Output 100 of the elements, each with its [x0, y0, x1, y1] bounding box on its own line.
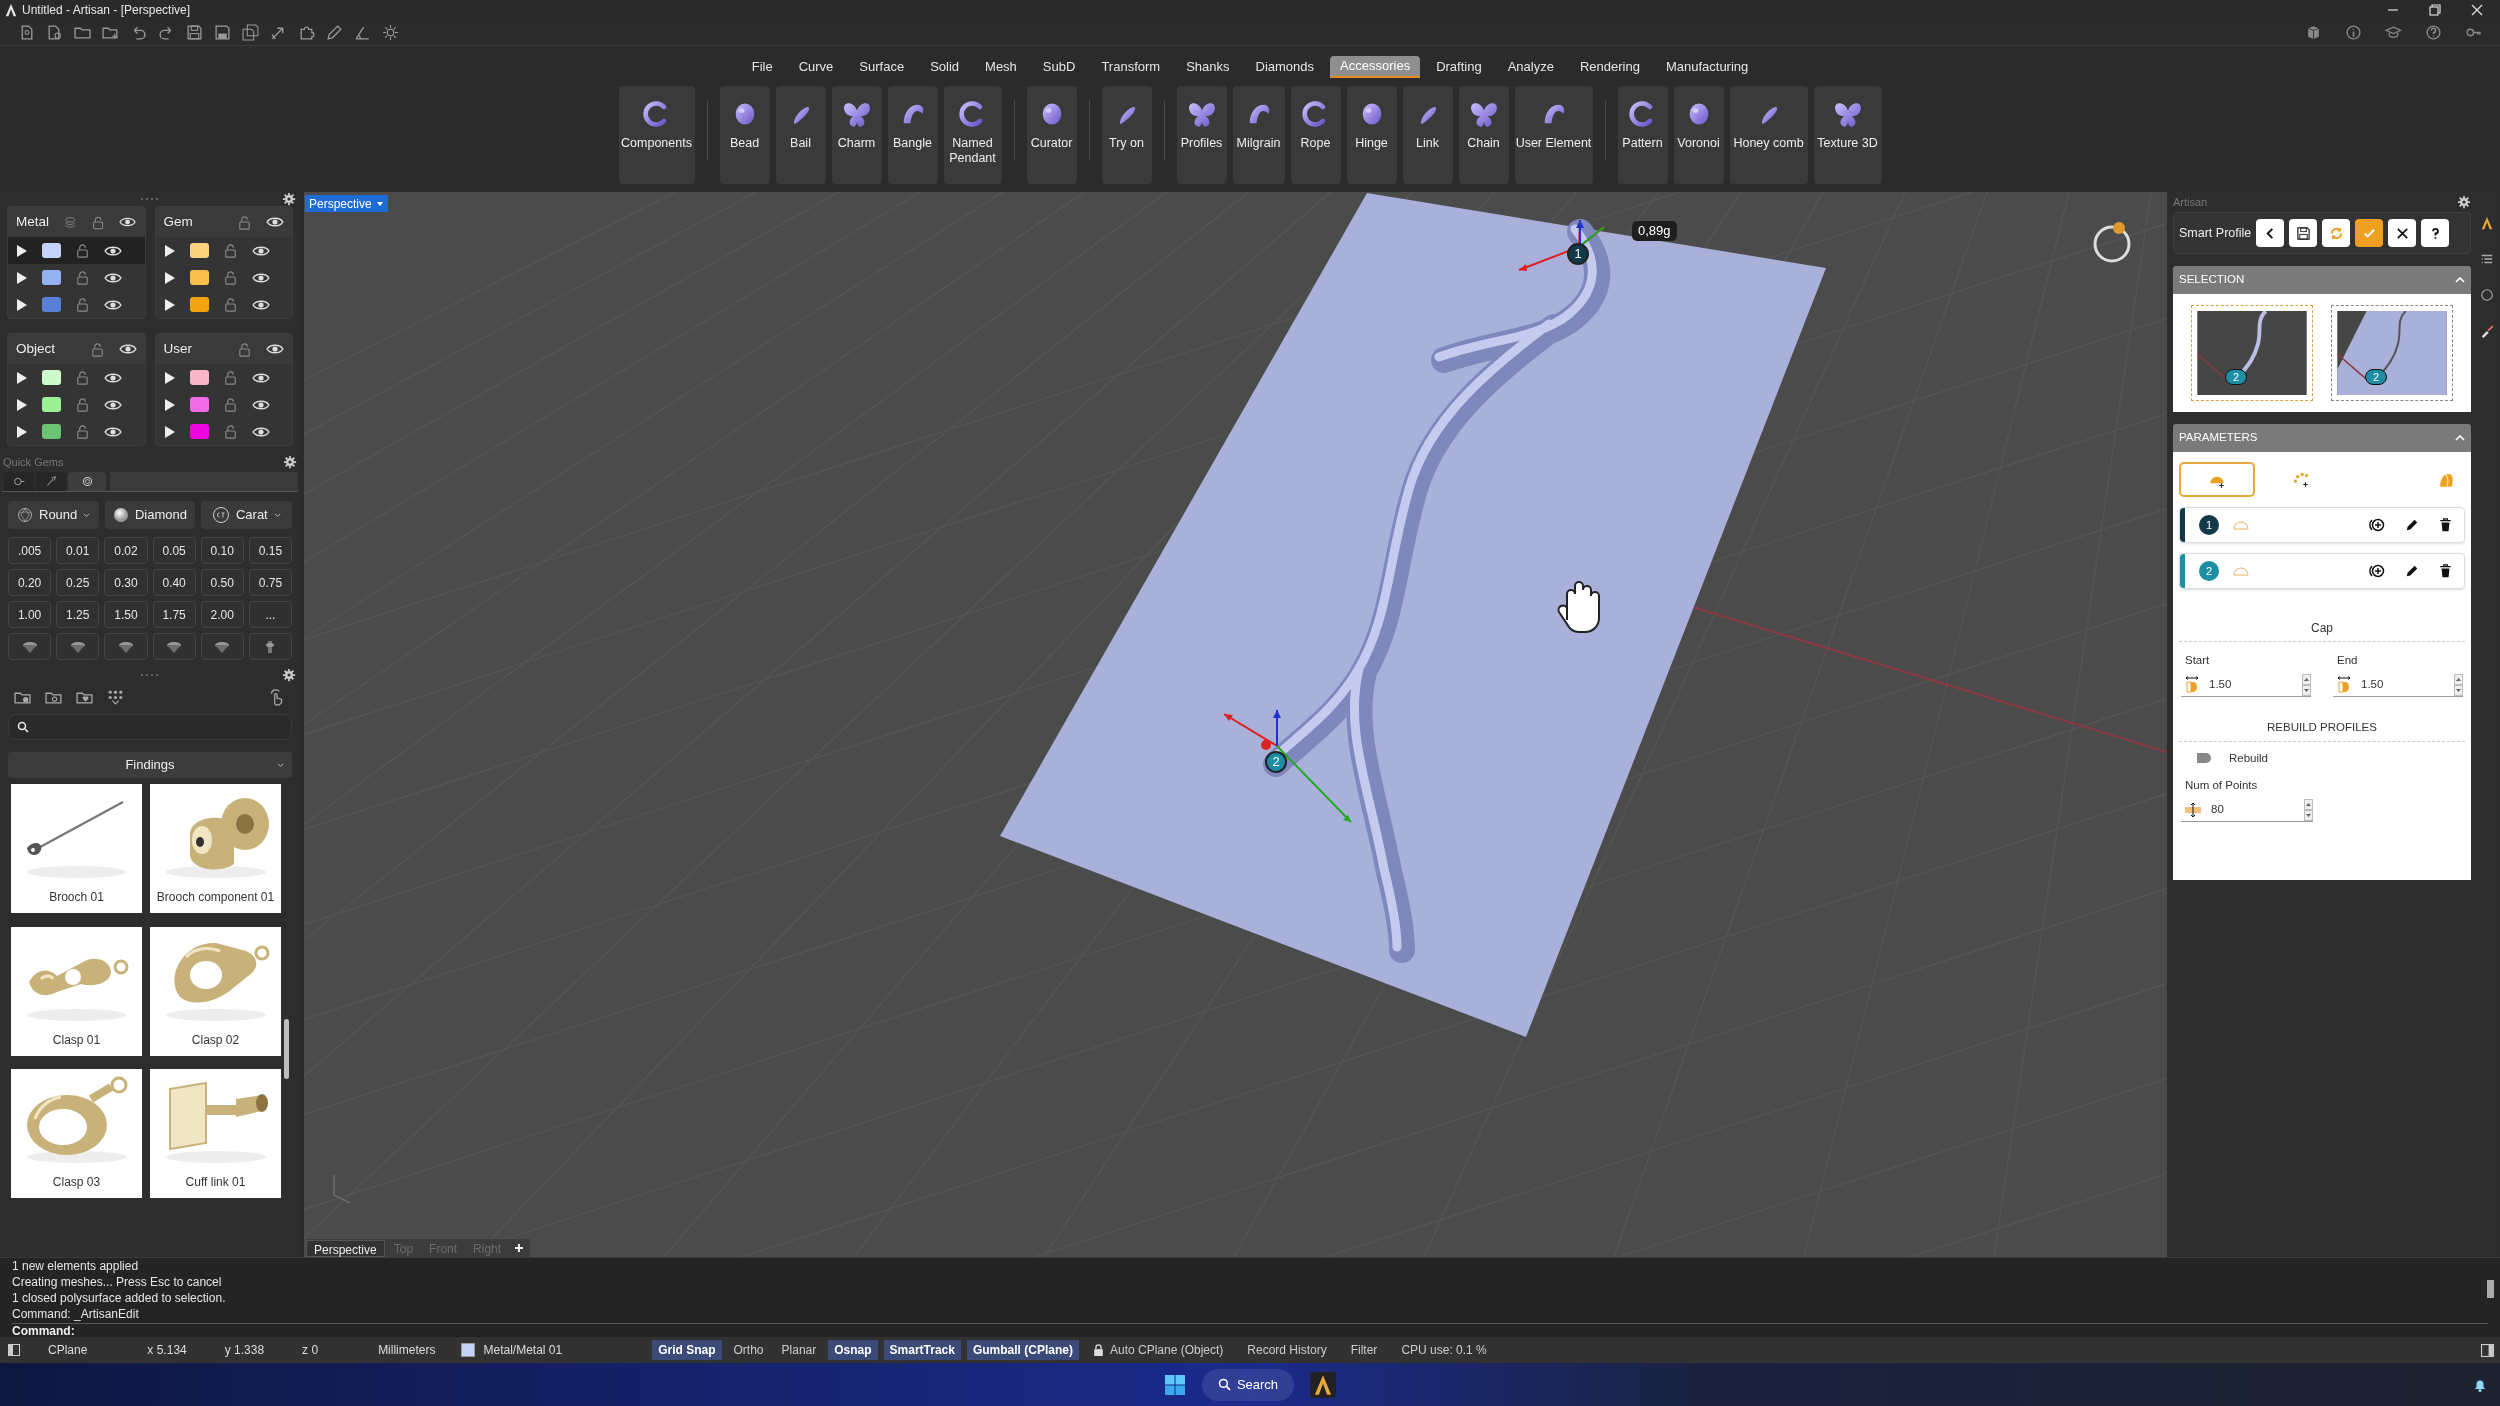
menu-tab[interactable]: File: [741, 56, 783, 78]
color-swatch[interactable]: [42, 370, 61, 385]
menu-tab[interactable]: Solid: [920, 56, 970, 78]
color-swatch[interactable]: [42, 397, 61, 412]
gem-shape-button[interactable]: [200, 633, 244, 660]
search-field[interactable]: [8, 714, 292, 740]
model-drawing[interactable]: [1000, 193, 1826, 1037]
profile-row[interactable]: 1: [2179, 507, 2465, 543]
close-icon[interactable]: [2470, 3, 2484, 17]
gem-size-button[interactable]: 0.50: [200, 569, 244, 596]
circle-icon[interactable]: [2480, 288, 2494, 302]
list-icon[interactable]: [2480, 252, 2494, 266]
status-toggle[interactable]: SmartTrack: [883, 1340, 961, 1360]
color-swatch[interactable]: [42, 297, 61, 312]
pen-tool-icon[interactable]: [326, 24, 343, 41]
status-toggle[interactable]: Auto CPlane (Object): [1109, 1341, 1224, 1359]
expand-arrow-icon[interactable]: [16, 244, 28, 257]
color-swatch[interactable]: [189, 370, 209, 385]
navigation-widget[interactable]: [2093, 222, 2131, 263]
gem-size-button[interactable]: 0.30: [104, 569, 148, 596]
brush-icon[interactable]: [2480, 324, 2494, 338]
status-toggle[interactable]: Gumball (CPlane): [966, 1340, 1079, 1360]
add-tab-icon[interactable]: [514, 1243, 525, 1253]
settings-icon[interactable]: [282, 668, 296, 682]
expand-arrow-icon[interactable]: [16, 298, 28, 311]
expand-arrow-icon[interactable]: [163, 298, 176, 311]
menu-tab[interactable]: SubD: [1032, 56, 1086, 78]
section-header[interactable]: PARAMETERS: [2173, 424, 2471, 452]
settings-icon[interactable]: [283, 455, 297, 469]
save-all-icon[interactable]: [242, 24, 259, 41]
graduation-cap-icon[interactable]: [2385, 24, 2402, 41]
color-swatch[interactable]: [189, 424, 209, 439]
spinner-icon[interactable]: [2304, 798, 2313, 821]
expand-arrow-icon[interactable]: [163, 425, 176, 438]
gem-size-button[interactable]: 0.01: [56, 537, 100, 564]
cube-icon[interactable]: [2305, 24, 2322, 41]
ribbon-button[interactable]: Components: [618, 86, 695, 184]
menu-tab[interactable]: Shanks: [1176, 56, 1240, 78]
search-button[interactable]: Search: [1201, 1368, 1295, 1401]
color-swatch[interactable]: [189, 297, 209, 312]
gem-size-button[interactable]: 2.00: [200, 601, 244, 628]
viewport-title[interactable]: Perspective: [305, 195, 388, 212]
view-tab[interactable]: Perspective: [306, 1239, 385, 1257]
gem-size-button[interactable]: 0.15: [248, 537, 292, 564]
status-toggle[interactable]: Filter: [1350, 1341, 1378, 1359]
edit-icon[interactable]: [2405, 564, 2419, 578]
ribbon-button[interactable]: Texture 3D: [1813, 86, 1882, 184]
profile-row[interactable]: 2: [2179, 553, 2465, 589]
info-icon[interactable]: [2345, 24, 2362, 41]
expand-arrow-icon[interactable]: [163, 371, 176, 384]
color-swatch[interactable]: [189, 270, 209, 285]
expand-arrow-icon[interactable]: [16, 398, 28, 411]
gem-size-button[interactable]: ...: [248, 601, 292, 628]
gem-size-button[interactable]: 1.50: [104, 601, 148, 628]
app-logo[interactable]: [2480, 216, 2494, 230]
gem-shape-button[interactable]: [56, 633, 100, 660]
ribbon-button[interactable]: Pattern: [1617, 86, 1668, 184]
menu-tab[interactable]: Mesh: [975, 56, 1027, 78]
menu-tab[interactable]: Curve: [788, 56, 844, 78]
save-icon[interactable]: [186, 24, 203, 41]
gem-shape-button[interactable]: [104, 633, 148, 660]
status-toggle[interactable]: Ortho: [727, 1340, 770, 1360]
ribbon-button[interactable]: Rope: [1290, 86, 1341, 184]
number-field[interactable]: 1.50: [2333, 673, 2463, 698]
scrollbar-thumb[interactable]: [2487, 1280, 2494, 1298]
ribbon-button[interactable]: Link: [1402, 86, 1453, 184]
grip-icon[interactable]: [140, 673, 160, 677]
ribbon-button[interactable]: User Element: [1514, 86, 1593, 184]
ribbon-button[interactable]: Charm: [831, 86, 882, 184]
gem-size-button[interactable]: 0.20: [8, 569, 52, 596]
gem-size-button[interactable]: 0.40: [152, 569, 196, 596]
dots-grid-icon[interactable]: [107, 688, 124, 706]
angle-tool-icon[interactable]: [354, 24, 371, 41]
ribbon-button[interactable]: Voronoi: [1673, 86, 1724, 184]
add-target-icon[interactable]: [2369, 517, 2385, 533]
ribbon-button[interactable]: Profiles: [1176, 86, 1227, 184]
menu-tab[interactable]: Surface: [849, 56, 915, 78]
gem-tab[interactable]: [36, 472, 66, 491]
settings-icon[interactable]: [2457, 195, 2471, 209]
help-icon[interactable]: [2425, 24, 2442, 41]
color-swatch[interactable]: [42, 243, 61, 258]
lock-icon[interactable]: [1092, 1344, 1104, 1356]
ribbon-button[interactable]: Chain: [1458, 86, 1509, 184]
selection-thumbnail[interactable]: 2: [2331, 305, 2453, 401]
color-swatch[interactable]: [189, 243, 209, 258]
settings-icon[interactable]: [282, 192, 296, 206]
dropdown-button[interactable]: Carat: [200, 501, 292, 529]
expand-arrow-icon[interactable]: [16, 271, 28, 284]
number-field[interactable]: 80: [2181, 798, 2313, 822]
gear-shape-icon[interactable]: [382, 24, 399, 41]
menu-tab[interactable]: Rendering: [1569, 56, 1650, 78]
category-dropdown[interactable]: Findings: [8, 752, 292, 778]
status-toggle[interactable]: Record History: [1247, 1341, 1327, 1359]
scrollbar-thumb[interactable]: [284, 1019, 289, 1079]
edit-icon[interactable]: [2405, 518, 2419, 532]
delete-icon[interactable]: [2439, 564, 2452, 578]
delete-icon[interactable]: [2439, 518, 2452, 532]
gem-size-button[interactable]: 0.10: [200, 537, 244, 564]
gem-shape-button[interactable]: [152, 633, 196, 660]
windows-logo-icon[interactable]: [1163, 1373, 1186, 1396]
